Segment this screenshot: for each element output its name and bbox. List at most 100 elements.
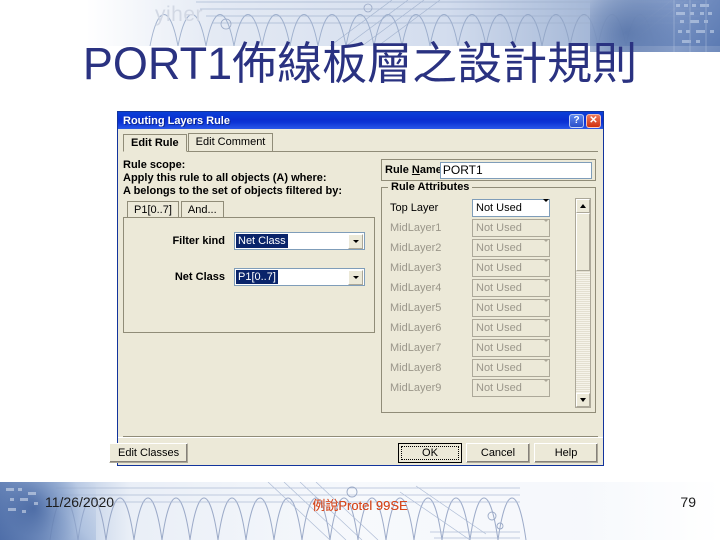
layer-label: MidLayer3 — [390, 262, 442, 274]
scope-inner-tabstrip: P1[0..7] And... — [127, 201, 379, 218]
chevron-down-icon — [543, 299, 549, 314]
layer-usage-value: Not Used — [476, 382, 522, 394]
layer-usage-value: Not Used — [476, 202, 522, 214]
layer-usage-value: Not Used — [476, 242, 522, 254]
layer-usage-value: Not Used — [476, 302, 522, 314]
layer-usage-value: Not Used — [476, 222, 522, 234]
layer-usage-combo: Not Used — [472, 379, 550, 397]
layer-label: MidLayer4 — [390, 282, 442, 294]
rule-attributes-title: Rule Attributes — [388, 181, 473, 193]
rule-scope-line3: A belongs to the set of objects filtered… — [123, 185, 343, 197]
layer-usage-combo[interactable]: Not Used — [472, 199, 550, 217]
layer-usage-combo: Not Used — [472, 239, 550, 257]
dialog-body: Edit Rule Edit Comment Rule scope: Apply… — [109, 129, 603, 467]
chevron-down-icon — [543, 239, 549, 254]
layer-attribute-row: MidLayer2 Not Used — [386, 238, 572, 258]
net-class-combo[interactable]: P1[0..7] — [234, 268, 365, 286]
tab-edit-comment[interactable]: Edit Comment — [187, 133, 274, 151]
layer-attribute-area: Top Layer Not Used MidLayer1 Not Used MidLay… — [386, 198, 591, 408]
chevron-down-icon[interactable] — [348, 233, 363, 249]
layer-label: MidLayer9 — [390, 382, 442, 394]
layer-label: MidLayer7 — [390, 342, 442, 354]
layer-label: Top Layer — [390, 202, 439, 214]
layer-usage-combo: Not Used — [472, 319, 550, 337]
dialog-titlebar[interactable]: Routing Layers Rule ? ✕ — [118, 112, 603, 129]
footer-center-text: 例說Protel 99SE 例說Protel 99SE — [0, 495, 720, 514]
scroll-down-icon[interactable] — [576, 393, 590, 407]
filter-kind-combo[interactable]: Net Class — [234, 232, 365, 250]
chevron-down-icon — [543, 339, 549, 354]
layer-usage-value: Not Used — [476, 262, 522, 274]
close-icon[interactable]: ✕ — [586, 113, 601, 128]
chevron-down-icon — [543, 359, 549, 374]
layer-attribute-row: MidLayer6 Not Used — [386, 318, 572, 338]
chevron-down-icon[interactable] — [543, 199, 549, 214]
scroll-up-icon[interactable] — [576, 199, 590, 213]
chevron-down-icon — [543, 319, 549, 334]
chevron-down-icon — [543, 219, 549, 234]
slide-watermark: yiher — [155, 3, 204, 26]
scope-filter-panel: Filter kind Net Class Net Class P1[0..7] — [123, 217, 375, 333]
help-icon[interactable]: ? — [569, 113, 584, 128]
layer-usage-value: Not Used — [476, 362, 522, 374]
layer-attribute-row: MidLayer9 Not Used — [386, 378, 572, 398]
layer-usage-value: Not Used — [476, 282, 522, 294]
attributes-scrollbar[interactable] — [575, 198, 591, 408]
layer-usage-combo: Not Used — [472, 219, 550, 237]
layer-attribute-row: MidLayer3 Not Used — [386, 258, 572, 278]
rule-attributes-column: Rule Name PORT1 Rule Attributes Top Laye… — [381, 159, 596, 413]
filter-kind-label: Filter kind — [172, 235, 225, 247]
filter-kind-row: Filter kind Net Class — [133, 232, 365, 250]
scrollbar-thumb[interactable] — [576, 213, 590, 271]
rule-attributes-groupbox: Rule Attributes Top Layer Not Used MidLaye… — [381, 181, 596, 413]
layer-usage-value: Not Used — [476, 322, 522, 334]
layer-attribute-row: MidLayer1 Not Used — [386, 218, 572, 238]
dialog-title: Routing Layers Rule — [123, 114, 230, 127]
layer-attribute-row: MidLayer5 Not Used — [386, 298, 572, 318]
cancel-button[interactable]: Cancel — [466, 442, 530, 463]
layer-label: MidLayer8 — [390, 362, 442, 374]
footer-book-title-overlay: 例說Protel 99SE — [312, 498, 408, 513]
net-class-row: Net Class P1[0..7] — [133, 268, 365, 286]
scrollbar-track[interactable] — [576, 271, 590, 393]
layer-attribute-row: MidLayer7 Not Used — [386, 338, 572, 358]
filter-kind-value: Net Class — [236, 234, 288, 248]
rule-name-input[interactable]: PORT1 — [439, 161, 592, 179]
chevron-down-icon — [543, 379, 549, 394]
ok-button[interactable]: OK — [398, 442, 462, 463]
edit-classes-button[interactable]: Edit Classes — [109, 442, 189, 463]
rule-scope-text: Rule scope: Apply this rule to all objec… — [123, 159, 375, 198]
layer-usage-value: Not Used — [476, 342, 522, 354]
footer-page-number: 79 — [680, 494, 696, 510]
scope-tab-p1[interactable]: P1[0..7] — [127, 201, 179, 218]
dialog-tabstrip: Edit Rule Edit Comment — [123, 133, 598, 152]
chevron-down-icon — [543, 259, 549, 274]
rule-scope-heading: Rule scope: — [123, 159, 186, 171]
layer-attribute-row: MidLayer8 Not Used — [386, 358, 572, 378]
chevron-down-icon[interactable] — [348, 269, 363, 285]
net-class-value: P1[0..7] — [236, 270, 278, 284]
routing-layers-rule-dialog: Routing Layers Rule ? ✕ Edit Rule Edit C… — [109, 111, 604, 467]
tab-edit-rule[interactable]: Edit Rule — [123, 134, 187, 152]
rule-name-row: Rule Name PORT1 — [381, 159, 596, 181]
page-title: PORT1佈線板層之設計規則 — [82, 38, 638, 89]
layer-label: MidLayer1 — [390, 222, 442, 234]
rule-name-label: Rule Name — [385, 164, 442, 176]
layer-label: MidLayer2 — [390, 242, 442, 254]
dialog-columns: Rule scope: Apply this rule to all objec… — [123, 152, 598, 413]
titlebar-buttons: ? ✕ — [569, 113, 601, 128]
layer-usage-combo: Not Used — [472, 359, 550, 377]
chevron-down-icon — [543, 279, 549, 294]
rule-scope-column: Rule scope: Apply this rule to all objec… — [123, 159, 375, 413]
net-class-label: Net Class — [174, 271, 225, 283]
layer-usage-combo: Not Used — [472, 259, 550, 277]
layer-label: MidLayer5 — [390, 302, 442, 314]
layer-attribute-list: Top Layer Not Used MidLayer1 Not Used MidLay… — [386, 198, 572, 408]
layer-usage-combo: Not Used — [472, 339, 550, 357]
scope-tab-and[interactable]: And... — [180, 201, 224, 218]
layer-attribute-row: MidLayer4 Not Used — [386, 278, 572, 298]
layer-attribute-row: Top Layer Not Used — [386, 198, 572, 218]
help-button[interactable]: Help — [534, 442, 598, 463]
rule-scope-line2: Apply this rule to all objects (A) where… — [123, 172, 327, 184]
layer-usage-combo: Not Used — [472, 299, 550, 317]
